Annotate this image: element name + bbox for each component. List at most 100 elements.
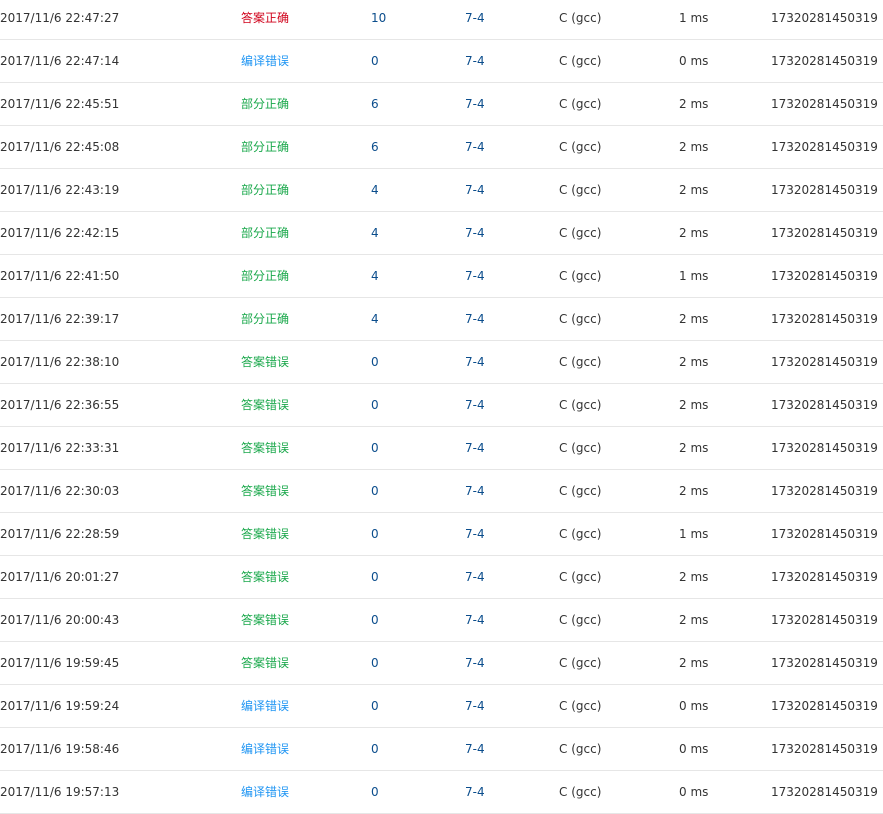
problem-link[interactable]: 7-4 xyxy=(465,685,485,727)
problem-link[interactable]: 7-4 xyxy=(465,427,485,469)
time-used-cell: 1 ms xyxy=(679,269,709,283)
status-link[interactable]: 答案正确 xyxy=(241,0,289,39)
status-link[interactable]: 答案错误 xyxy=(241,427,289,469)
table-row: 2017/11/6 19:58:46 编译错误 0 7-4 C (gcc) 0 ms 173… xyxy=(0,728,883,771)
problem-link[interactable]: 7-4 xyxy=(465,169,485,211)
score-link[interactable]: 10 xyxy=(371,0,386,39)
time-used-cell: 2 ms xyxy=(679,613,709,627)
table-row: 2017/11/6 22:39:17 部分正确 4 7-4 C (gcc) 2 ms 173… xyxy=(0,298,883,341)
table-row: 2017/11/6 19:59:45 答案错误 0 7-4 C (gcc) 2 ms 173… xyxy=(0,642,883,685)
status-link[interactable]: 答案错误 xyxy=(241,513,289,555)
score-link[interactable]: 0 xyxy=(371,470,379,512)
problem-link[interactable]: 7-4 xyxy=(465,470,485,512)
score-link[interactable]: 0 xyxy=(371,556,379,598)
score-link[interactable]: 0 xyxy=(371,771,379,813)
table-row: 2017/11/6 22:45:51 部分正确 6 7-4 C (gcc) 2 ms 173… xyxy=(0,83,883,126)
compiler-cell: C (gcc) xyxy=(559,97,602,111)
status-link[interactable]: 编译错误 xyxy=(241,728,289,770)
problem-link[interactable]: 7-4 xyxy=(465,126,485,168)
problem-link[interactable]: 7-4 xyxy=(465,212,485,254)
user-cell: 17320281450319 xyxy=(771,398,878,412)
problem-link[interactable]: 7-4 xyxy=(465,771,485,813)
score-link[interactable]: 0 xyxy=(371,642,379,684)
submit-time-cell: 2017/11/6 20:00:43 xyxy=(0,613,120,627)
time-used-cell: 2 ms xyxy=(679,441,709,455)
table-row: 2017/11/6 22:30:03 答案错误 0 7-4 C (gcc) 2 ms 173… xyxy=(0,470,883,513)
user-cell: 17320281450319 xyxy=(771,656,878,670)
time-used-cell: 2 ms xyxy=(679,484,709,498)
user-cell: 17320281450319 xyxy=(771,11,878,25)
table-row: 2017/11/6 22:42:15 部分正确 4 7-4 C (gcc) 2 ms 173… xyxy=(0,212,883,255)
submit-time-cell: 2017/11/6 22:38:10 xyxy=(0,355,120,369)
status-link[interactable]: 答案错误 xyxy=(241,556,289,598)
user-cell: 17320281450319 xyxy=(771,699,878,713)
status-link[interactable]: 部分正确 xyxy=(241,298,289,340)
score-link[interactable]: 6 xyxy=(371,83,379,125)
time-used-cell: 0 ms xyxy=(679,699,709,713)
score-link[interactable]: 6 xyxy=(371,126,379,168)
submit-time-cell: 2017/11/6 22:41:50 xyxy=(0,269,120,283)
status-link[interactable]: 答案错误 xyxy=(241,384,289,426)
score-link[interactable]: 4 xyxy=(371,255,379,297)
status-link[interactable]: 部分正确 xyxy=(241,169,289,211)
status-link[interactable]: 答案错误 xyxy=(241,599,289,641)
submissions-table: 2017/11/6 22:47:27 答案正确 10 7-4 C (gcc) 1 ms 17… xyxy=(0,0,883,814)
time-used-cell: 1 ms xyxy=(679,527,709,541)
status-link[interactable]: 部分正确 xyxy=(241,255,289,297)
status-link[interactable]: 答案错误 xyxy=(241,470,289,512)
submit-time-cell: 2017/11/6 22:42:15 xyxy=(0,226,120,240)
time-used-cell: 2 ms xyxy=(679,140,709,154)
time-used-cell: 2 ms xyxy=(679,183,709,197)
problem-link[interactable]: 7-4 xyxy=(465,556,485,598)
time-used-cell: 2 ms xyxy=(679,226,709,240)
time-used-cell: 2 ms xyxy=(679,656,709,670)
problem-link[interactable]: 7-4 xyxy=(465,728,485,770)
problem-link[interactable]: 7-4 xyxy=(465,298,485,340)
problem-link[interactable]: 7-4 xyxy=(465,255,485,297)
score-link[interactable]: 0 xyxy=(371,384,379,426)
problem-link[interactable]: 7-4 xyxy=(465,642,485,684)
problem-link[interactable]: 7-4 xyxy=(465,40,485,82)
submit-time-cell: 2017/11/6 22:45:51 xyxy=(0,97,120,111)
score-link[interactable]: 4 xyxy=(371,212,379,254)
status-link[interactable]: 部分正确 xyxy=(241,212,289,254)
table-row: 2017/11/6 22:36:55 答案错误 0 7-4 C (gcc) 2 ms 173… xyxy=(0,384,883,427)
time-used-cell: 0 ms xyxy=(679,785,709,799)
time-used-cell: 0 ms xyxy=(679,742,709,756)
score-link[interactable]: 0 xyxy=(371,341,379,383)
status-link[interactable]: 部分正确 xyxy=(241,83,289,125)
status-link[interactable]: 编译错误 xyxy=(241,685,289,727)
score-link[interactable]: 0 xyxy=(371,427,379,469)
table-row: 2017/11/6 22:47:14 编译错误 0 7-4 C (gcc) 0 ms 173… xyxy=(0,40,883,83)
problem-link[interactable]: 7-4 xyxy=(465,513,485,555)
score-link[interactable]: 0 xyxy=(371,685,379,727)
problem-link[interactable]: 7-4 xyxy=(465,83,485,125)
score-link[interactable]: 4 xyxy=(371,298,379,340)
compiler-cell: C (gcc) xyxy=(559,785,602,799)
status-link[interactable]: 答案错误 xyxy=(241,642,289,684)
status-link[interactable]: 答案错误 xyxy=(241,341,289,383)
status-link[interactable]: 部分正确 xyxy=(241,126,289,168)
table-row: 2017/11/6 22:28:59 答案错误 0 7-4 C (gcc) 1 ms 173… xyxy=(0,513,883,556)
problem-link[interactable]: 7-4 xyxy=(465,599,485,641)
compiler-cell: C (gcc) xyxy=(559,570,602,584)
score-link[interactable]: 4 xyxy=(371,169,379,211)
score-link[interactable]: 0 xyxy=(371,728,379,770)
score-link[interactable]: 0 xyxy=(371,513,379,555)
table-row: 2017/11/6 20:01:27 答案错误 0 7-4 C (gcc) 2 ms 173… xyxy=(0,556,883,599)
time-used-cell: 2 ms xyxy=(679,398,709,412)
problem-link[interactable]: 7-4 xyxy=(465,0,485,39)
status-link[interactable]: 编译错误 xyxy=(241,771,289,813)
status-link[interactable]: 编译错误 xyxy=(241,40,289,82)
score-link[interactable]: 0 xyxy=(371,40,379,82)
problem-link[interactable]: 7-4 xyxy=(465,341,485,383)
table-row: 2017/11/6 22:43:19 部分正确 4 7-4 C (gcc) 2 ms 173… xyxy=(0,169,883,212)
score-link[interactable]: 0 xyxy=(371,599,379,641)
submit-time-cell: 2017/11/6 22:45:08 xyxy=(0,140,120,154)
submit-time-cell: 2017/11/6 19:59:24 xyxy=(0,699,120,713)
problem-link[interactable]: 7-4 xyxy=(465,384,485,426)
time-used-cell: 2 ms xyxy=(679,312,709,326)
user-cell: 17320281450319 xyxy=(771,355,878,369)
compiler-cell: C (gcc) xyxy=(559,11,602,25)
user-cell: 17320281450319 xyxy=(771,613,878,627)
